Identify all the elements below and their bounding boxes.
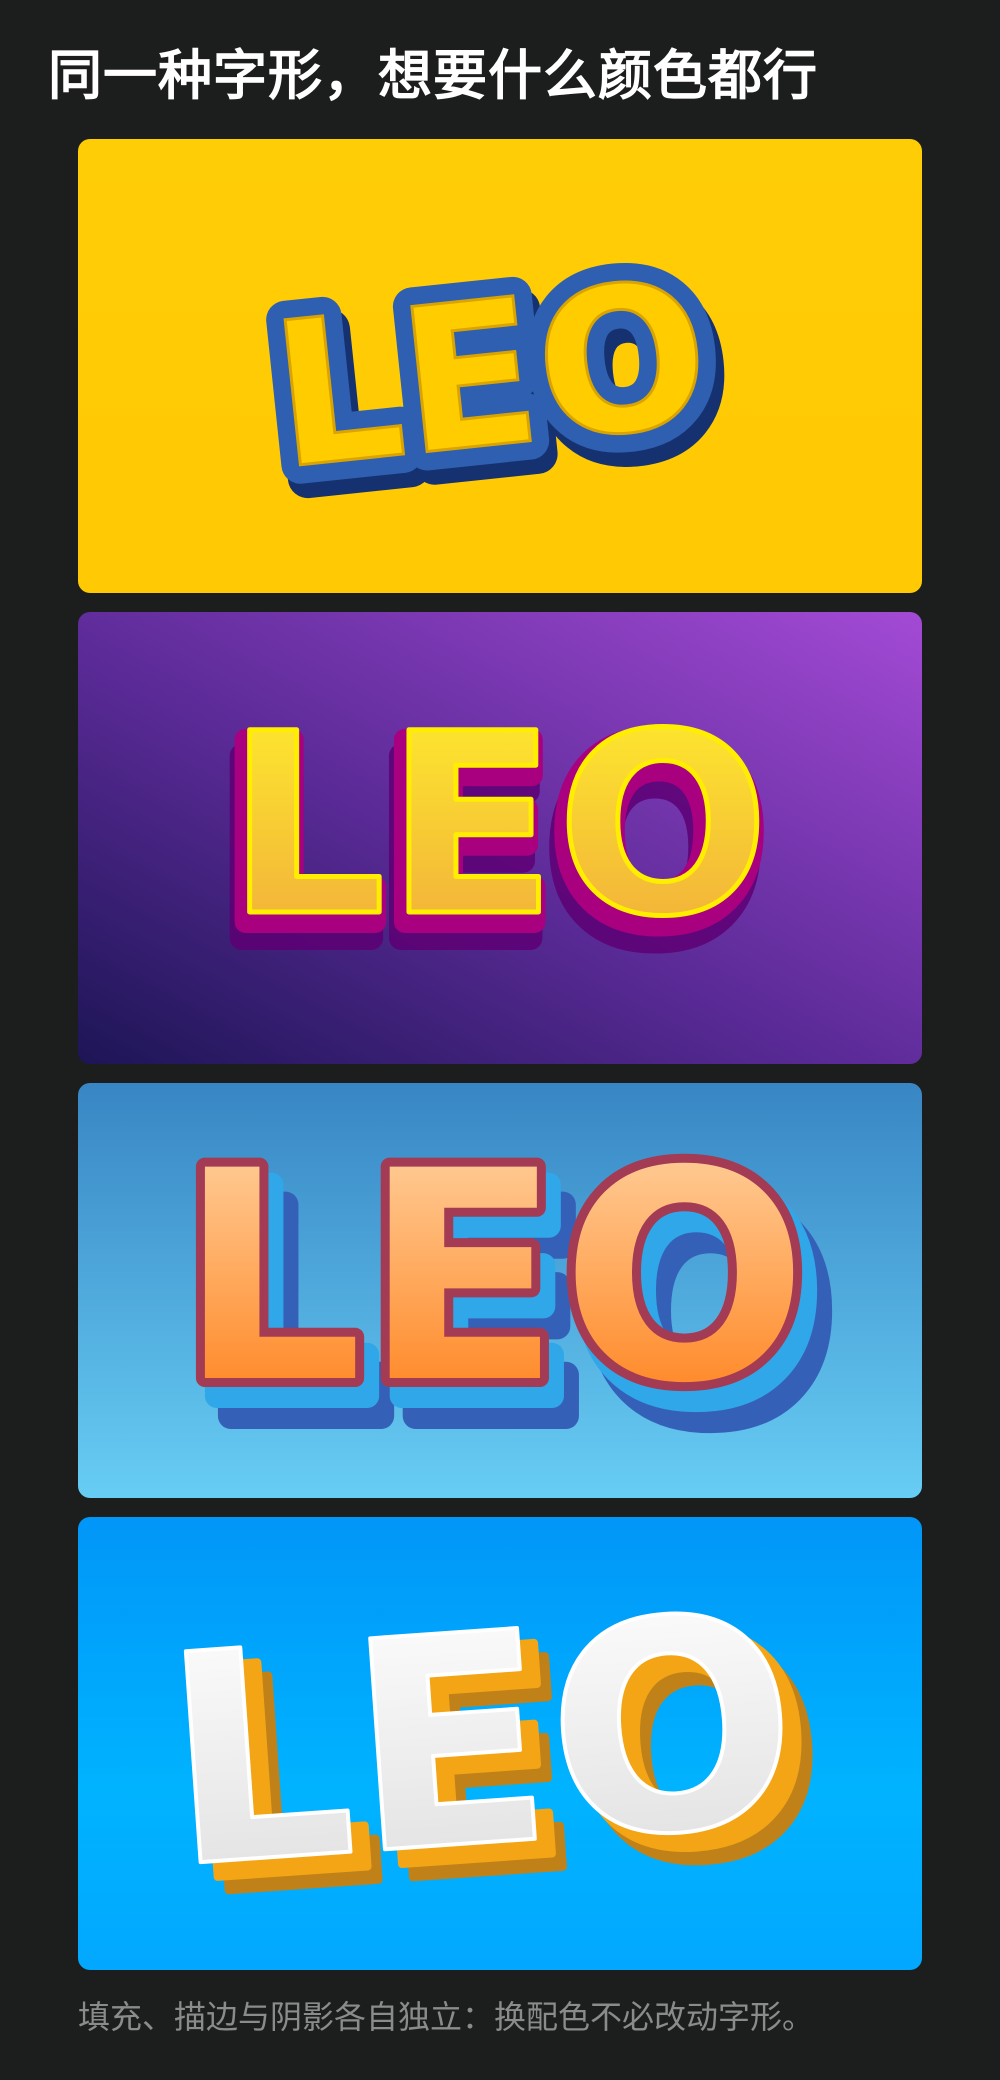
style-card-purple-gold: LEO LEO LEO	[78, 612, 922, 1064]
word-fill: LEO	[178, 1110, 807, 1447]
caption: 填充、描边与阴影各自独立：换配色不必改动字形。	[78, 1998, 815, 2036]
leo-text-effect-blue-orange: LEO LEO LEO LEO	[78, 1083, 922, 1498]
page-title: 同一种字形，想要什么颜色都行	[48, 44, 818, 107]
word-fill: LEO	[263, 237, 719, 514]
leo-text-effect-cyan-white: LEO LEO LEO	[78, 1517, 922, 1970]
word-fill: LEO	[155, 1553, 806, 1933]
leo-text-effect-yellow-blue: LEO LEO LEO	[78, 139, 922, 593]
style-card-blue-orange: LEO LEO LEO LEO	[78, 1083, 922, 1498]
style-card-cyan-white: LEO LEO LEO	[78, 1517, 922, 1970]
leo-text-effect-purple-gold: LEO LEO LEO	[78, 612, 922, 1064]
style-card-yellow-blue: LEO LEO LEO	[78, 139, 922, 593]
word-fill: LEO	[227, 680, 770, 971]
